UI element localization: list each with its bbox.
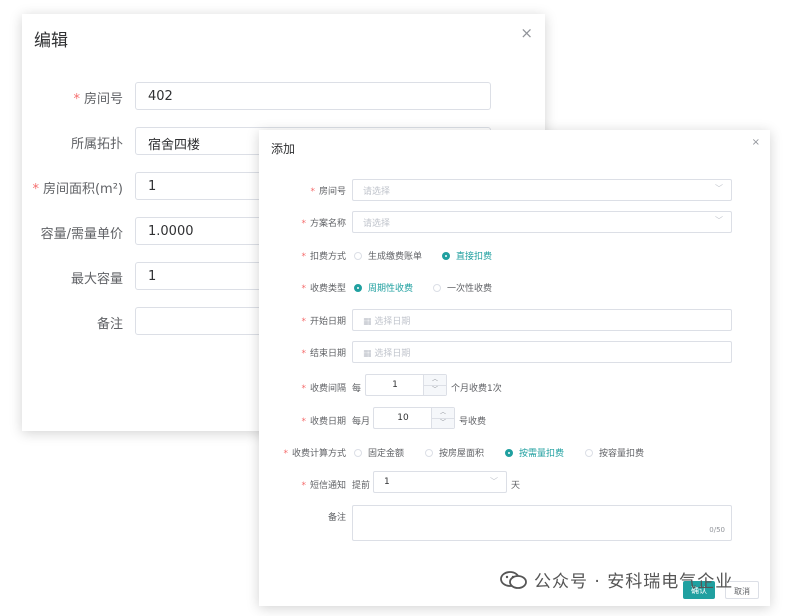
- calendar-icon: ▦: [363, 349, 375, 359]
- chevron-down-icon[interactable]: ﹀: [424, 385, 446, 395]
- edit-remark-label: 备注: [96, 317, 123, 332]
- wechat-icon: [500, 571, 527, 589]
- area-label: 房间面积(m²): [42, 182, 123, 197]
- radio-generate-bill[interactable]: 生成缴费账单: [354, 249, 422, 262]
- add-dialog-title: 添加: [271, 142, 296, 156]
- chevron-down-icon[interactable]: ﹀: [432, 418, 454, 428]
- plan-name-row: * 方案名称 请选择 ﹀: [259, 211, 770, 233]
- sms-prefix: 提前: [352, 481, 371, 491]
- end-date-label: 结束日期: [309, 349, 346, 359]
- chevron-down-icon: ﹀: [715, 184, 723, 193]
- chevron-down-icon: ﹀: [490, 477, 498, 486]
- charge-day-stepper[interactable]: 10 ︿ ﹀: [373, 407, 455, 429]
- add-room-no-label: 房间号: [318, 187, 346, 197]
- room-no-row: * 房间号 402: [22, 82, 545, 112]
- topology-label: 所属拓扑: [70, 137, 123, 152]
- sms-days-value: 1: [384, 477, 390, 487]
- edit-dialog-title: 编辑: [34, 31, 68, 51]
- sms-label: 短信通知: [309, 481, 346, 491]
- radio-checked-icon: [442, 252, 450, 260]
- charge-day-suffix: 号收费: [459, 417, 487, 427]
- radio-by-area[interactable]: 按房屋面积: [425, 446, 484, 459]
- interval-suffix: 个月收费1次: [451, 384, 502, 394]
- radio-circle-icon: [433, 284, 441, 292]
- room-no-label: 房间号: [83, 92, 123, 107]
- remark-textarea[interactable]: 0/50: [352, 505, 732, 541]
- charge-day-prefix: 每月: [352, 417, 371, 427]
- interval-value: 1: [392, 380, 398, 390]
- radio-direct-deduct[interactable]: 直接扣费: [442, 249, 492, 262]
- calendar-icon: ▦: [363, 317, 375, 327]
- radio-circle-icon: [425, 449, 433, 457]
- add-dialog: 添加 × * 房间号 请选择 ﹀ * 方案名称 请选择 ﹀ * 扣费方式 生成缴费账单 直…: [259, 130, 770, 606]
- start-date-input[interactable]: ▦ 选择日期: [352, 309, 732, 331]
- interval-label: 收费间隔: [309, 384, 346, 394]
- plan-name-placeholder: 请选择: [363, 219, 391, 229]
- end-date-row: * 结束日期 ▦ 选择日期: [259, 341, 770, 363]
- start-date-label: 开始日期: [309, 317, 346, 327]
- radio-circle-icon: [354, 449, 362, 457]
- radio-checked-icon: [354, 284, 362, 292]
- close-icon[interactable]: ×: [520, 24, 533, 42]
- charge-type-label: 收费类型: [309, 284, 346, 294]
- sms-suffix: 天: [511, 481, 521, 491]
- calc-mode-label: 收费计算方式: [291, 449, 346, 459]
- plan-name-select[interactable]: 请选择 ﹀: [352, 211, 732, 233]
- close-icon[interactable]: ×: [752, 137, 760, 148]
- room-no-select[interactable]: 请选择 ﹀: [352, 179, 732, 201]
- charge-day-label: 收费日期: [309, 417, 346, 427]
- charge-day-row: * 收费日期 每月 10 ︿ ﹀ 号收费: [301, 407, 487, 429]
- max-capacity-label: 最大容量: [70, 272, 123, 287]
- charge-type-row: * 收费类型 周期性收费 一次性收费: [259, 276, 770, 298]
- add-remark-row: 备注 0/50: [259, 505, 770, 541]
- interval-row: * 收费间隔 每 1 ︿ ﹀ 个月收费1次: [301, 374, 502, 396]
- chevron-down-icon: ﹀: [715, 216, 723, 225]
- room-no-input[interactable]: 402: [135, 82, 491, 110]
- interval-stepper[interactable]: 1 ︿ ﹀: [365, 374, 447, 396]
- start-date-row: * 开始日期 ▦ 选择日期: [259, 309, 770, 331]
- radio-fixed-amount[interactable]: 固定金额: [354, 446, 404, 459]
- radio-periodic[interactable]: 周期性收费: [354, 281, 413, 294]
- interval-prefix: 每: [352, 384, 362, 394]
- unit-price-label: 容量/需量单价: [40, 227, 123, 242]
- sms-row: * 短信通知 提前 1 ﹀ 天: [259, 471, 770, 495]
- watermark: 公众号 · 安科瑞电气企业: [500, 567, 733, 592]
- room-no-placeholder: 请选择: [363, 187, 391, 197]
- radio-by-demand[interactable]: 按需量扣费: [505, 446, 564, 459]
- plan-name-label: 方案名称: [309, 219, 346, 229]
- deduct-mode-label: 扣费方式: [309, 252, 346, 262]
- radio-by-capacity[interactable]: 按容量扣费: [585, 446, 644, 459]
- radio-circle-icon: [585, 449, 593, 457]
- add-room-no-row: * 房间号 请选择 ﹀: [259, 179, 770, 201]
- deduct-mode-row: * 扣费方式 生成缴费账单 直接扣费: [259, 244, 770, 266]
- sms-days-select[interactable]: 1 ﹀: [373, 471, 507, 493]
- end-date-input[interactable]: ▦ 选择日期: [352, 341, 732, 363]
- radio-one-time[interactable]: 一次性收费: [433, 281, 492, 294]
- radio-circle-icon: [354, 252, 362, 260]
- char-counter: 0/50: [709, 526, 725, 534]
- radio-checked-icon: [505, 449, 513, 457]
- charge-day-value: 10: [397, 413, 409, 423]
- calc-mode-row: * 收费计算方式 固定金额 按房屋面积 按需量扣费 按容量扣费: [259, 441, 770, 463]
- add-remark-label: 备注: [327, 513, 346, 523]
